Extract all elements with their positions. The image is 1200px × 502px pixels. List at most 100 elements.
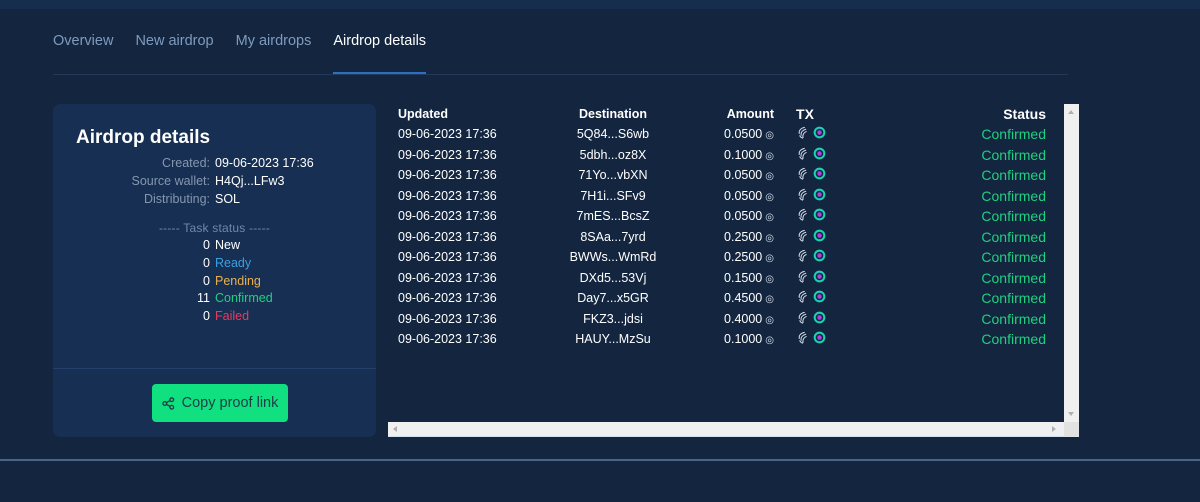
cell-destination[interactable]: 7mES...BcsZ [538,206,688,227]
cell-amount: 0.2500 ◎ [688,247,774,268]
amount-value: 0.1000 [724,332,763,347]
task-status-pending: 0 Pending [53,273,376,289]
scroll-up-arrow-icon[interactable] [1068,110,1074,114]
airdrop-details-card: Airdrop details Created: 09-06-2023 17:3… [53,104,376,437]
sol-currency-icon: ◎ [765,191,774,203]
sol-currency-icon: ◎ [765,232,774,244]
solana-explorer-icon[interactable] [813,167,826,180]
cell-tx [774,206,836,227]
cell-tx [774,329,836,350]
cell-status: Confirmed [981,187,1046,204]
cell-tx [774,309,836,330]
solscan-icon[interactable] [796,249,809,262]
solscan-icon[interactable] [796,290,809,303]
solana-explorer-icon[interactable] [813,270,826,283]
solscan-icon[interactable] [796,331,809,344]
transactions-table-panel: Updated Destination Amount TX Status 09-… [388,104,1079,437]
sol-currency-icon: ◎ [765,273,774,285]
solana-explorer-icon[interactable] [813,188,826,201]
cell-destination[interactable]: Day7...x5GR [538,288,688,309]
cell-destination[interactable]: FKZ3...jdsi [538,309,688,330]
cell-destination[interactable]: 71Yo...vbXN [538,165,688,186]
table-row: 09-06-2023 17:36 5Q84...S6wb 0.0500 ◎ Co… [388,124,1046,145]
cell-status: Confirmed [981,126,1046,143]
solana-explorer-icon[interactable] [813,147,826,160]
solana-explorer-icon[interactable] [813,229,826,242]
header-tx: TX [796,106,814,122]
amount-value: 0.0500 [724,168,763,183]
sol-currency-icon: ◎ [765,150,774,162]
cell-amount: 0.0500 ◎ [688,124,774,145]
cell-updated: 09-06-2023 17:36 [398,127,497,142]
scroll-right-arrow-icon[interactable] [1052,426,1056,432]
table-row: 09-06-2023 17:36 HAUY...MzSu 0.1000 ◎ Co… [388,329,1046,350]
solscan-icon[interactable] [796,208,809,221]
header-destination[interactable]: Destination [538,104,688,124]
task-count: 0 [203,274,210,288]
cell-tx [774,288,836,309]
info-row-source-wallet: Source wallet: H4Qj...LFw3 [53,173,376,189]
cell-amount: 0.0500 ◎ [688,165,774,186]
table-row: 09-06-2023 17:36 8SAa...7yrd 0.2500 ◎ Co… [388,227,1046,248]
cell-destination[interactable]: 5dbh...oz8X [538,145,688,166]
cell-status: Confirmed [981,310,1046,327]
task-count: 0 [203,256,210,270]
solscan-icon[interactable] [796,229,809,242]
header-amount[interactable]: Amount [688,104,774,124]
solana-explorer-icon[interactable] [813,126,826,139]
tab-overview[interactable]: Overview [53,33,113,75]
cell-updated: 09-06-2023 17:36 [398,332,497,347]
cell-destination[interactable]: BWWs...WmRd [538,247,688,268]
sol-currency-icon: ◎ [765,314,774,326]
header-updated[interactable]: Updated [388,104,538,124]
vertical-scrollbar[interactable] [1064,104,1079,422]
task-count: 11 [197,291,210,305]
share-icon [161,396,174,410]
solscan-icon[interactable] [796,270,809,283]
table-row: 09-06-2023 17:36 Day7...x5GR 0.4500 ◎ Co… [388,288,1046,309]
table-row: 09-06-2023 17:36 5dbh...oz8X 0.1000 ◎ Co… [388,145,1046,166]
cell-destination[interactable]: 8SAa...7yrd [538,227,688,248]
copy-proof-link-button[interactable]: Copy proof link [152,384,288,422]
cell-destination[interactable]: 7H1i...SFv9 [538,186,688,207]
amount-value: 0.0500 [724,209,763,224]
solana-explorer-icon[interactable] [813,290,826,303]
task-label: Ready [215,256,252,270]
task-label: Confirmed [215,291,273,305]
horizontal-scrollbar[interactable] [388,422,1064,437]
card-title: Airdrop details [76,127,211,148]
solscan-icon[interactable] [796,126,809,139]
tab-my-airdrops[interactable]: My airdrops [236,33,312,75]
header-status[interactable]: Status [836,104,1046,124]
table-body: 09-06-2023 17:36 5Q84...S6wb 0.0500 ◎ Co… [388,124,1046,350]
cell-status: Confirmed [981,228,1046,245]
solscan-icon[interactable] [796,188,809,201]
scroll-left-arrow-icon[interactable] [393,426,397,432]
info-value: 09-06-2023 17:36 [215,156,314,170]
solscan-icon[interactable] [796,167,809,180]
solana-explorer-icon[interactable] [813,249,826,262]
task-status-failed: 0 Failed [53,308,376,324]
cell-updated: 09-06-2023 17:36 [398,311,497,326]
tab-airdrop-details[interactable]: Airdrop details [333,33,426,75]
cell-destination[interactable]: 5Q84...S6wb [538,124,688,145]
cell-status: Confirmed [981,290,1046,307]
cell-updated: 09-06-2023 17:36 [398,270,497,285]
cell-destination[interactable]: DXd5...53Vj [538,268,688,289]
solana-explorer-icon[interactable] [813,331,826,344]
solana-explorer-icon[interactable] [813,311,826,324]
info-value: H4Qj...LFw3 [215,174,285,188]
tab-new-airdrop[interactable]: New airdrop [135,33,213,75]
sol-currency-icon: ◎ [765,171,774,183]
cell-tx [774,124,836,145]
sol-currency-icon: ◎ [765,130,774,142]
cell-amount: 0.1500 ◎ [688,268,774,289]
scroll-down-arrow-icon[interactable] [1068,412,1074,416]
cell-amount: 0.0500 ◎ [688,206,774,227]
solscan-icon[interactable] [796,311,809,324]
solana-explorer-icon[interactable] [813,208,826,221]
solscan-icon[interactable] [796,147,809,160]
cell-updated: 09-06-2023 17:36 [398,229,497,244]
cell-destination[interactable]: HAUY...MzSu [538,329,688,350]
sol-currency-icon: ◎ [765,212,774,224]
